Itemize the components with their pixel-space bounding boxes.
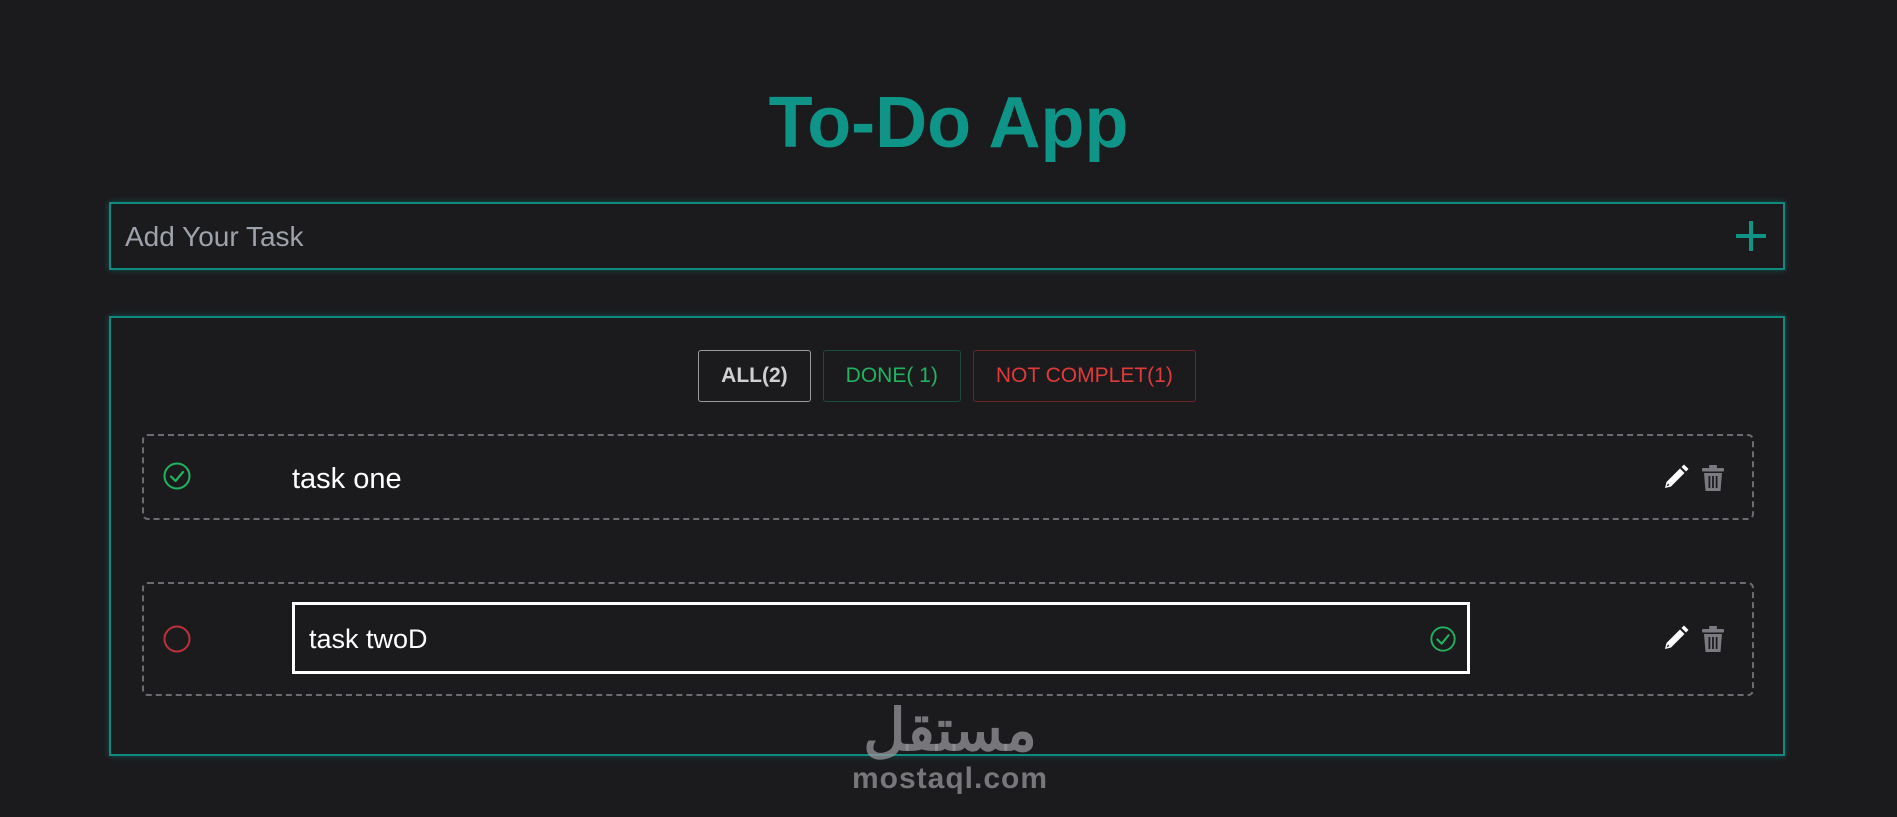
task-item: task one bbox=[142, 434, 1754, 520]
add-task-bar bbox=[109, 202, 1785, 270]
tasks-panel: ALL(2) DONE( 1) NOT COMPLET(1) task one bbox=[109, 316, 1785, 756]
filter-not-complete-button[interactable]: NOT COMPLET(1) bbox=[972, 350, 1196, 402]
plus-icon[interactable] bbox=[1733, 218, 1769, 254]
check-circle-icon[interactable] bbox=[1429, 625, 1457, 653]
filter-all-button[interactable]: ALL(2) bbox=[698, 350, 811, 402]
task-edit-box bbox=[292, 602, 1470, 674]
add-task-input[interactable] bbox=[123, 204, 1707, 270]
trash-icon[interactable] bbox=[1698, 624, 1728, 654]
page-title: To-Do App bbox=[768, 83, 1129, 163]
task-edit-input[interactable] bbox=[307, 605, 1411, 673]
task-item bbox=[142, 582, 1754, 696]
pencil-icon[interactable] bbox=[1660, 624, 1690, 654]
trash-icon[interactable] bbox=[1698, 463, 1728, 493]
watermark-arabic: مستقل bbox=[863, 698, 1037, 763]
filter-bar: ALL(2) DONE( 1) NOT COMPLET(1) bbox=[111, 350, 1783, 402]
check-circle-icon[interactable] bbox=[162, 461, 192, 491]
task-text: task one bbox=[292, 463, 402, 495]
empty-circle-icon[interactable] bbox=[162, 624, 192, 654]
watermark-latin: mostaql.com bbox=[851, 762, 1049, 795]
watermark: مستقل mostaql.com bbox=[820, 700, 1080, 796]
pencil-icon[interactable] bbox=[1660, 463, 1690, 493]
filter-done-button[interactable]: DONE( 1) bbox=[822, 350, 961, 402]
